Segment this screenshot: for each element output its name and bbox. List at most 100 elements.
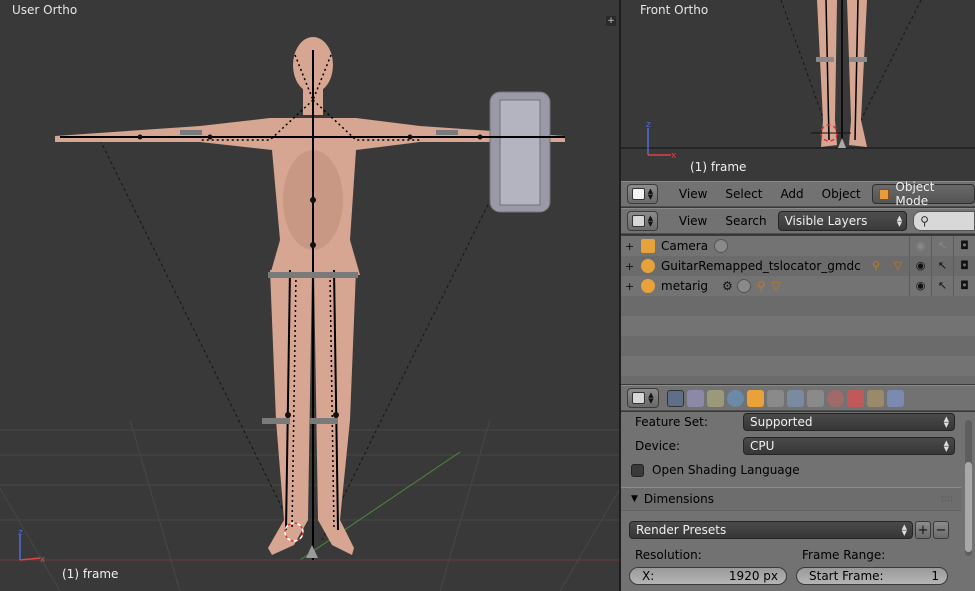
osl-checkbox[interactable] [631,463,644,477]
menu-object[interactable]: Object [813,187,870,201]
properties-panel: Feature Set: Supported ▲ ▼ Device: CPU ▲ ▼… [621,412,975,591]
armature-data-icon[interactable] [736,279,751,293]
object-tab-icon[interactable] [747,389,764,407]
render-layers-tab-icon[interactable] [687,389,704,407]
render-presets-label: Render Presets [636,523,727,537]
svg-text:x: x [40,555,46,565]
render-presets-dropdown[interactable]: Render Presets ▲ ▼ [629,521,913,539]
render-camera-icon[interactable]: ◘ [953,276,975,296]
feature-set-label: Feature Set: [635,415,708,429]
dimensions-panel-header[interactable]: ▼ Dimensions :::: [621,487,961,511]
display-mode-dropdown[interactable]: Visible Layers ▲ ▼ [777,211,908,231]
3d-viewport-user-ortho[interactable]: z x User Ortho (1) frame + [0,0,619,591]
outliner-row-guitar[interactable]: + GuitarRemapped_tslocator_gmdc ⚲ ▽ ◉ ↖ … [621,256,975,276]
updown-arrows-icon: ▲ ▼ [901,523,907,537]
mode-label: Object Mode [895,180,935,208]
mesh-icon[interactable]: ▽ [772,279,781,293]
svg-text:x: x [671,151,677,161]
object-name[interactable]: GuitarRemapped_tslocator_gmdc [661,259,861,273]
device-value: CPU [750,439,775,453]
menu-add[interactable]: Add [771,187,812,201]
particles-tab-icon[interactable] [867,389,884,407]
modifiers-tab-icon[interactable] [787,389,804,407]
scene-tab-icon[interactable] [707,389,724,407]
outliner-icon [631,215,645,227]
updown-arrows-icon: ▲ ▼ [648,391,654,405]
menu-select[interactable]: Select [716,187,771,201]
expand-icon[interactable]: + [625,280,635,293]
outliner-empty-row [621,296,975,316]
outliner-row-metarig[interactable]: + metarig ⚙ ⚲ ▽ ◉ ↖ ◘ [621,276,975,296]
render-tab-icon[interactable] [667,389,684,407]
start-frame-field[interactable]: Start Frame: 1 [796,567,948,585]
drag-grip-icon[interactable]: :::: [941,494,953,504]
osl-row[interactable]: Open Shading Language [621,460,800,480]
outliner-panel: + Camera ◉ ↖ ◘ + GuitarRemapped_tslocato… [621,236,975,384]
object-name[interactable]: metarig [661,279,708,293]
menu-view[interactable]: View [670,187,716,201]
outliner-header: ▲ ▼ View Search Visible Layers ▲ ▼ ⚲ [621,208,975,234]
constraints-tab-icon[interactable] [767,389,784,407]
viewport-title: User Ortho [12,3,78,17]
expand-icon[interactable]: + [625,240,635,253]
outliner-row-camera[interactable]: + Camera ◉ ↖ ◘ [621,236,975,256]
resolution-x-field[interactable]: X: 1920 px [629,567,787,585]
add-preset-button[interactable]: + [915,521,931,539]
outliner-editor-type-button[interactable]: ▲ ▼ [627,211,658,231]
pose-icon[interactable]: ⚲ [865,256,887,276]
outliner-menu-view[interactable]: View [670,214,716,228]
feature-set-dropdown[interactable]: Supported ▲ ▼ [743,413,955,431]
outliner-empty-row [621,336,975,356]
resolution-x-row: X: 1920 px [629,566,787,586]
dimensions-title: Dimensions [643,492,714,506]
mesh-icon[interactable]: ▽ [887,256,909,276]
updown-arrows-icon: ▲ ▼ [647,187,654,201]
start-frame-label: Start Frame: [809,569,884,583]
mode-selector[interactable]: Object Mode [871,180,975,208]
updown-arrows-icon: ▲ ▼ [943,439,949,453]
frame-range-label-row: Frame Range: [802,545,885,565]
properties-scrollbar-thumb[interactable] [965,462,972,552]
visibility-icon[interactable]: ◉ [909,256,931,276]
osl-label: Open Shading Language [652,463,800,477]
data-tab-icon[interactable] [807,389,824,407]
select-cursor-icon[interactable]: ↖ [931,256,953,276]
restrict-columns: ◉ ↖ ◘ [909,276,975,296]
editor-type-button[interactable]: ▲ ▼ [627,184,658,204]
frame-indicator: (1) frame [62,567,119,581]
front-frame-indicator: (1) frame [690,160,747,174]
expand-icon[interactable]: + [625,260,635,273]
front-viewport-scene: z x [621,0,975,161]
start-frame-row: Start Frame: 1 [796,566,948,586]
bones-icon[interactable]: ⚲ [757,279,766,293]
render-camera-icon[interactable]: ◘ [953,236,975,256]
world-tab-icon[interactable] [727,389,744,407]
visibility-icon[interactable]: ◉ [909,236,931,256]
area-split-handle[interactable]: + [606,16,616,26]
svg-text:z: z [18,528,23,538]
device-dropdown[interactable]: CPU ▲ ▼ [743,437,955,455]
physics-tab-icon[interactable] [887,389,904,407]
3d-viewport-front-ortho[interactable]: z x Front Ortho (1) frame [621,0,975,181]
render-camera-icon[interactable]: ◘ [953,256,975,276]
properties-editor-type-button[interactable]: ▲ ▼ [627,388,659,408]
texture-tab-icon[interactable] [847,389,864,407]
view3d-header: ▲ ▼ View Select Add Object Object Mode [621,180,975,208]
device-label: Device: [635,439,681,453]
object-name[interactable]: Camera [661,239,708,253]
select-cursor-icon[interactable]: ↖ [931,236,953,256]
display-mode-label: Visible Layers [784,214,868,228]
select-cursor-icon[interactable]: ↖ [931,276,953,296]
modifier-icon[interactable]: ⚙ [722,279,733,293]
remove-preset-button[interactable]: − [933,521,949,539]
visibility-icon[interactable]: ◉ [909,276,931,296]
restrict-columns: ◉ ↖ ◘ [909,236,975,256]
outliner-empty-row [621,316,975,336]
outliner-menu-search[interactable]: Search [716,214,775,228]
camera-data-icon[interactable] [714,239,729,253]
restrict-columns: ⚲ ▽ ◉ ↖ ◘ [865,256,975,276]
material-tab-icon[interactable] [827,389,844,407]
resolution-x-label: X: [642,569,655,583]
outliner-search-input[interactable]: ⚲ [913,211,975,231]
cube-icon [878,188,890,200]
